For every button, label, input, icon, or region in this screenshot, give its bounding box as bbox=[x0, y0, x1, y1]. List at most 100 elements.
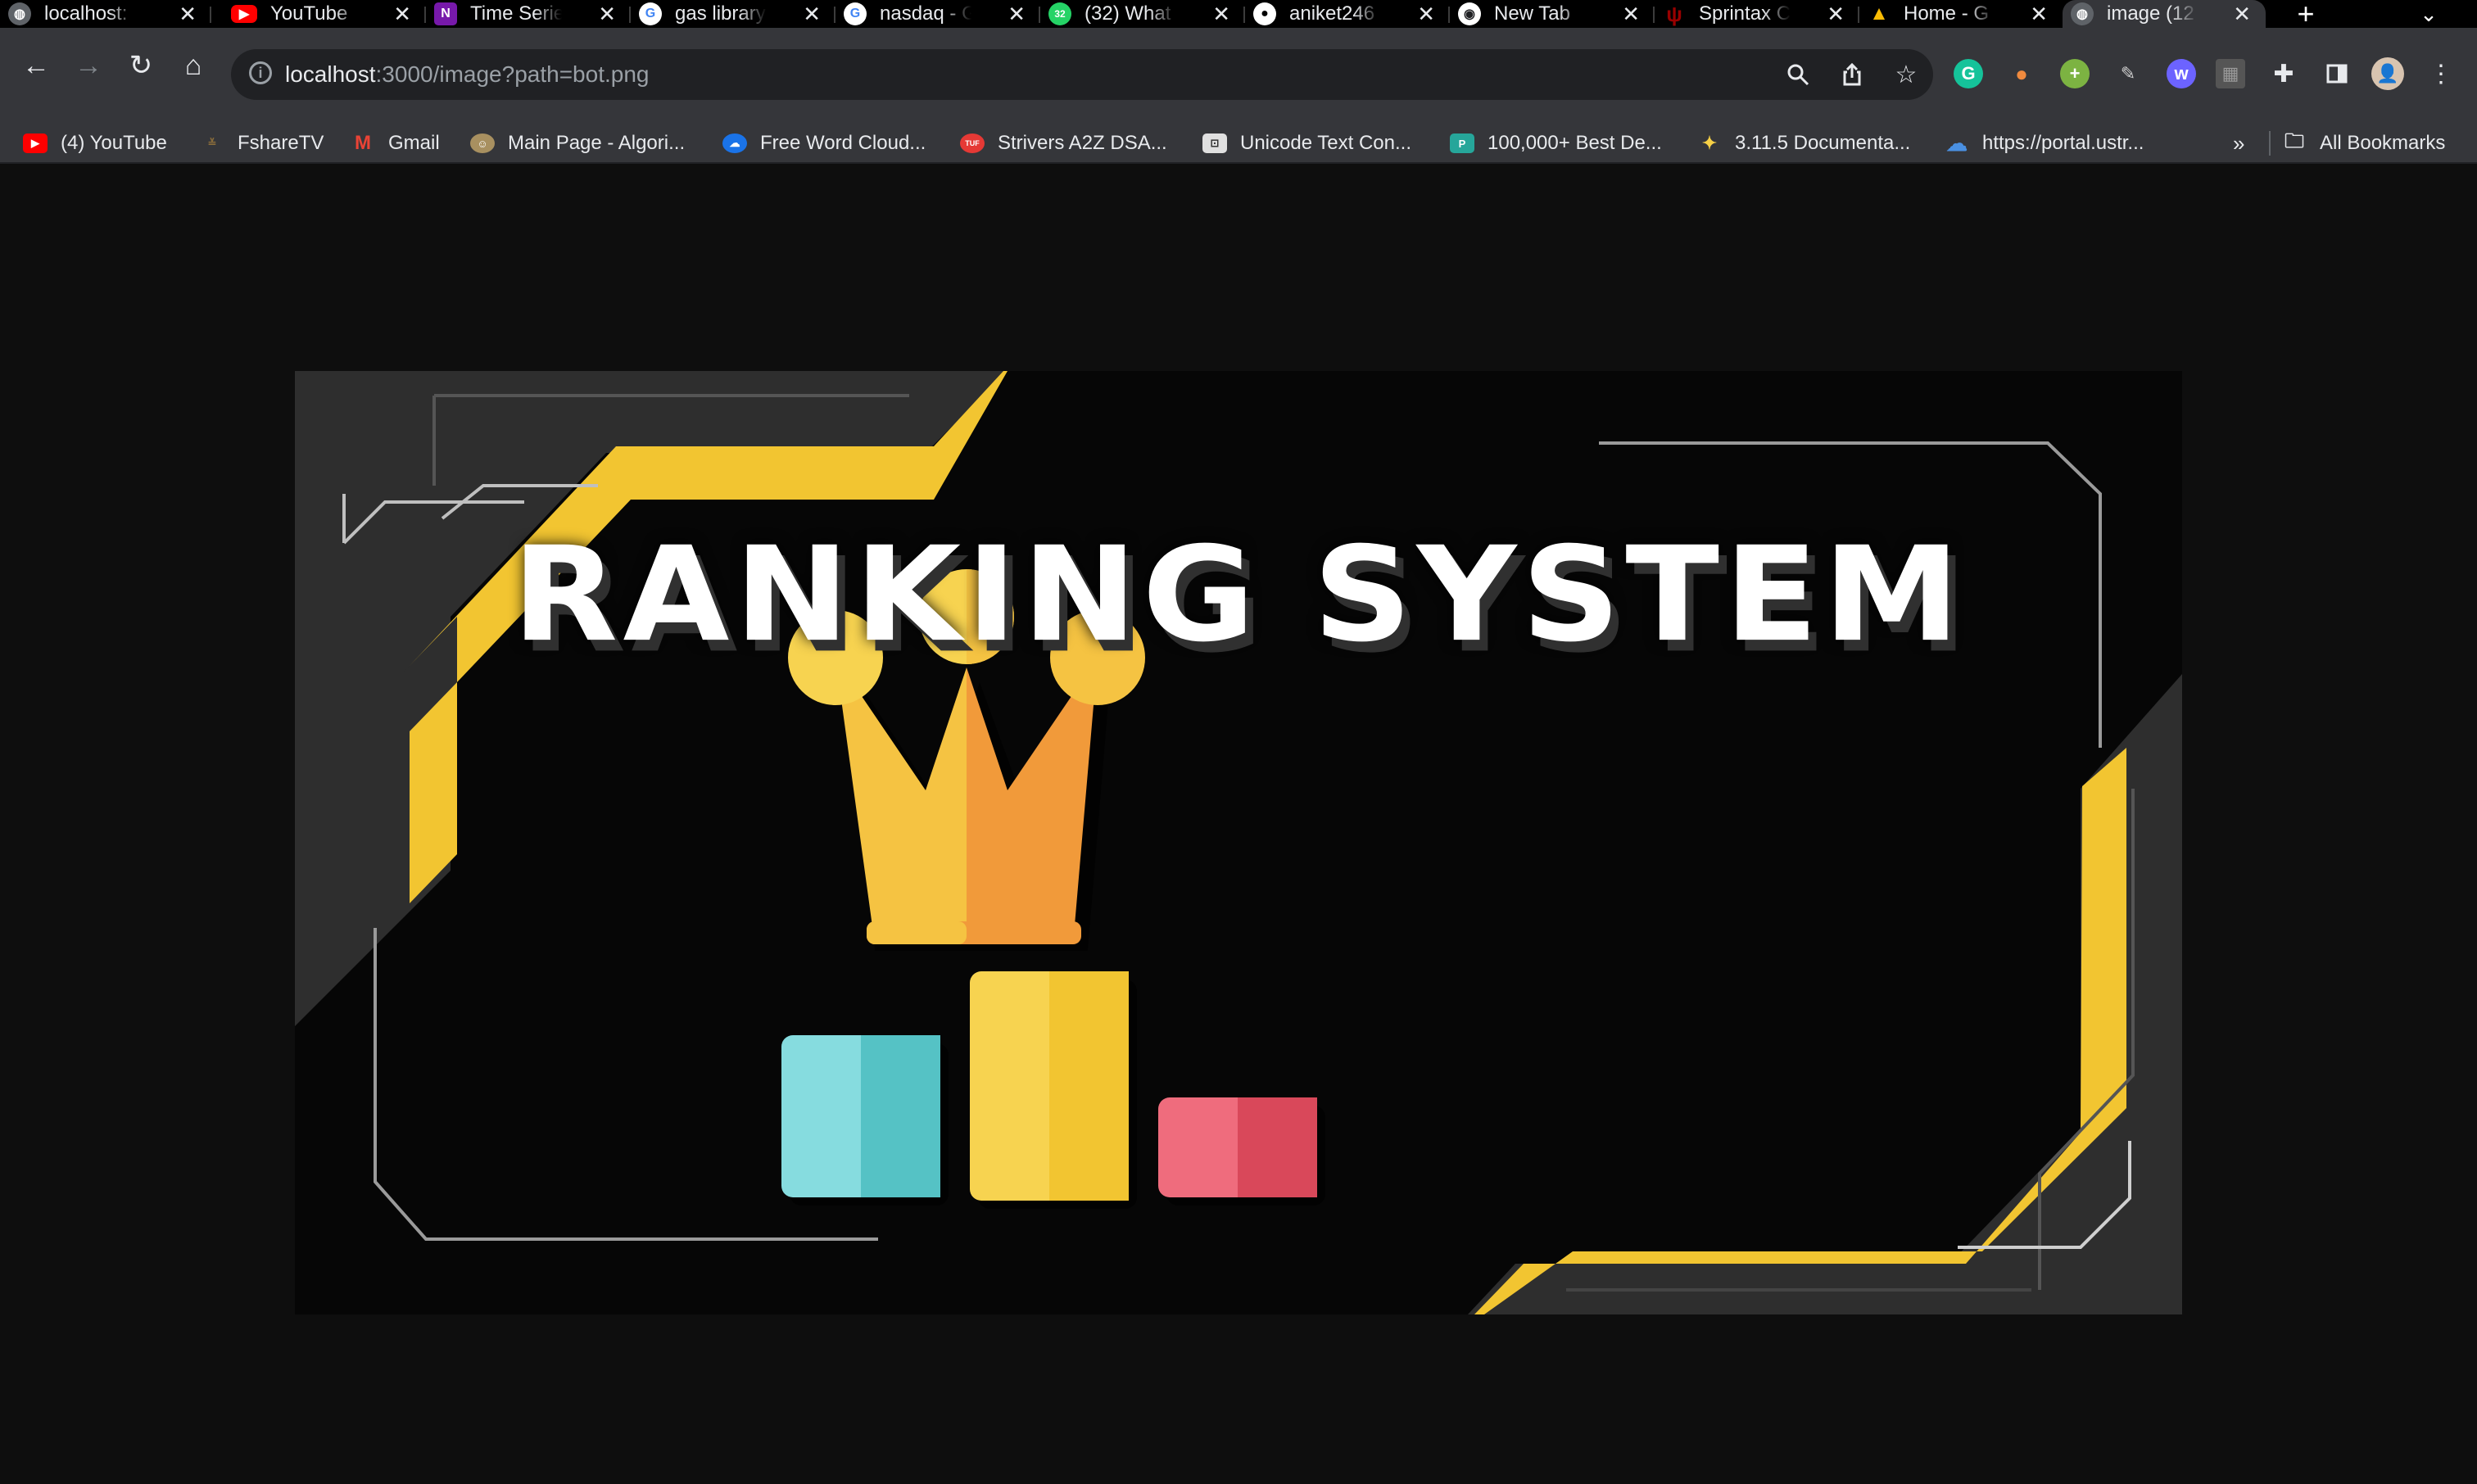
bookmark-item[interactable]: ☁ https://portal.ustr... bbox=[1945, 124, 2144, 162]
gmail-icon: M bbox=[355, 132, 371, 154]
globe-icon: ◍ bbox=[8, 2, 31, 25]
bookmark-label: https://portal.ustr... bbox=[1982, 132, 2144, 154]
forward-button[interactable]: → bbox=[69, 46, 108, 85]
tab-title: Home - G bbox=[1904, 2, 1990, 25]
chrome-menu-icon[interactable]: ⋮ bbox=[2426, 59, 2456, 88]
tab-strip: ◍ localhost: ✕ ▶ YouTube ✕ N Time Serie … bbox=[0, 0, 2477, 30]
browser-tab[interactable]: G nasdaq - G ✕ bbox=[835, 0, 1040, 28]
tab-title: image (12 bbox=[2107, 2, 2194, 25]
image-viewer: RANKING SYSTEM bbox=[0, 164, 2477, 1484]
close-icon[interactable]: ✕ bbox=[803, 2, 821, 27]
tab-title: Sprintax C bbox=[1699, 2, 1791, 25]
tab-title: (32) What bbox=[1085, 2, 1171, 25]
bookmark-item[interactable]: ☁ Free Word Cloud... bbox=[722, 124, 926, 162]
bookmark-item[interactable]: ✦ 3.11.5 Documenta... bbox=[1697, 124, 1911, 162]
cloud-icon: ☁ bbox=[1946, 130, 1968, 156]
close-icon[interactable]: ✕ bbox=[598, 2, 616, 27]
tab-title: YouTube bbox=[270, 2, 348, 25]
browser-tab[interactable]: G gas library ✕ bbox=[631, 0, 835, 28]
back-button[interactable]: ← bbox=[16, 46, 56, 85]
browser-tab[interactable]: N Time Serie ✕ bbox=[426, 0, 631, 28]
eyedropper-icon[interactable]: ✎ bbox=[2113, 59, 2143, 88]
close-icon[interactable]: ✕ bbox=[1622, 2, 1640, 27]
reload-button[interactable]: ↻ bbox=[121, 46, 161, 85]
folder-icon: 🗀 bbox=[2285, 129, 2304, 152]
tab-title: localhost: bbox=[44, 2, 128, 25]
browser-tab[interactable]: ◉ New Tab ✕ bbox=[1450, 0, 1655, 28]
add-extension-icon[interactable]: + bbox=[2060, 59, 2090, 88]
frame-panel-bottom-right bbox=[1468, 674, 2182, 1314]
close-icon[interactable]: ✕ bbox=[1827, 2, 1845, 27]
grammarly-icon[interactable]: G bbox=[1954, 59, 1983, 88]
youtube-icon: ▶ bbox=[231, 5, 257, 23]
onenote-icon: N bbox=[434, 2, 457, 25]
extension-w-icon[interactable]: w bbox=[2167, 59, 2196, 88]
tab-title: Time Serie bbox=[470, 2, 562, 25]
close-icon[interactable]: ✕ bbox=[393, 2, 411, 27]
bookmark-label: 3.11.5 Documenta... bbox=[1735, 132, 1911, 154]
drive-icon: ▲ bbox=[1869, 2, 1889, 25]
browser-tab[interactable]: ▶ YouTube ✕ bbox=[223, 0, 426, 28]
bookmark-label: 100,000+ Best De... bbox=[1488, 132, 1662, 154]
tab-separator bbox=[210, 7, 211, 23]
profile-avatar[interactable]: 👤 bbox=[2371, 57, 2404, 90]
bookmarks-bar: ▶ (4) YouTube ≚ FshareTV M Gmail ☺ Main Page… bbox=[0, 124, 2477, 164]
design-icon: P bbox=[1450, 133, 1474, 153]
browser-tab[interactable]: ◍ localhost: ✕ bbox=[0, 0, 211, 28]
tuf-icon: TUF bbox=[960, 133, 985, 153]
browser-tab[interactable]: ● aniket246 ✕ bbox=[1245, 0, 1450, 28]
tab-title: New Tab bbox=[1494, 2, 1570, 25]
extension-icon[interactable]: ● bbox=[2007, 59, 2036, 88]
bookmark-item[interactable]: ≚ FshareTV bbox=[200, 124, 324, 162]
address-bar[interactable]: i localhost:3000/image?path=bot.png ☆ bbox=[231, 49, 1933, 100]
iu-icon: ψ bbox=[1666, 1, 1682, 26]
browser-tab-active[interactable]: ◍ image (12 ✕ bbox=[2063, 0, 2266, 28]
new-tab-button[interactable]: + bbox=[2285, 0, 2326, 30]
globe-icon: ◍ bbox=[2071, 2, 2094, 25]
bookmark-label: Free Word Cloud... bbox=[760, 132, 926, 154]
bookmark-item[interactable]: ⊡ Unicode Text Con... bbox=[1202, 124, 1411, 162]
puzzle-icon[interactable]: ✚ bbox=[2269, 59, 2298, 88]
bookmark-label: Strivers A2Z DSA... bbox=[998, 132, 1167, 154]
bookmark-item[interactable]: P 100,000+ Best De... bbox=[1450, 124, 1662, 162]
site-info-icon[interactable]: i bbox=[249, 61, 272, 84]
crown-base-left bbox=[867, 921, 967, 944]
url-host: localhost bbox=[285, 61, 376, 87]
unicode-icon: ⊡ bbox=[1202, 133, 1227, 153]
bookmark-item[interactable]: M Gmail bbox=[351, 124, 440, 162]
bookmark-label: FshareTV bbox=[238, 132, 324, 154]
home-button[interactable]: ⌂ bbox=[174, 46, 213, 85]
close-icon[interactable]: ✕ bbox=[1212, 2, 1230, 27]
url-text[interactable]: localhost:3000/image?path=bot.png bbox=[285, 49, 649, 100]
ranking-system-artwork bbox=[295, 371, 2182, 1314]
tab-search-chevron-icon[interactable]: ⌄ bbox=[2408, 0, 2449, 28]
side-panel-icon[interactable] bbox=[2322, 59, 2352, 88]
zoom-icon[interactable] bbox=[1784, 61, 1812, 88]
bookmark-label: Main Page - Algori... bbox=[508, 132, 686, 154]
github-icon: ● bbox=[1253, 2, 1276, 25]
chrome-icon: ◉ bbox=[1458, 2, 1481, 25]
wordcloud-icon: ☁ bbox=[722, 133, 747, 153]
browser-tab[interactable]: ▲ Home - G ✕ bbox=[1859, 0, 2063, 28]
bookmark-label: Unicode Text Con... bbox=[1240, 132, 1412, 154]
python-icon: ✦ bbox=[1701, 133, 1718, 153]
bookmark-star-icon[interactable]: ☆ bbox=[1892, 61, 1920, 88]
share-icon[interactable] bbox=[1838, 61, 1866, 88]
extension-grey-icon[interactable]: ▦ bbox=[2216, 59, 2245, 88]
podium bbox=[781, 971, 1325, 1209]
browser-tab[interactable]: ψ Sprintax C ✕ bbox=[1655, 0, 1859, 28]
bookmark-item[interactable]: ▶ (4) YouTube bbox=[23, 124, 167, 162]
bookmark-item[interactable]: ☺ Main Page - Algori... bbox=[470, 124, 685, 162]
hero-title: RANKING SYSTEM bbox=[512, 518, 1965, 672]
browser-tab[interactable]: 32 (32) What ✕ bbox=[1040, 0, 1245, 28]
close-icon[interactable]: ✕ bbox=[2233, 2, 2251, 27]
bookmark-item[interactable]: TUF Strivers A2Z DSA... bbox=[960, 124, 1167, 162]
tab-title: nasdaq - G bbox=[880, 2, 971, 25]
close-icon[interactable]: ✕ bbox=[1417, 2, 1435, 27]
close-icon[interactable]: ✕ bbox=[179, 2, 197, 27]
close-icon[interactable]: ✕ bbox=[1008, 2, 1026, 27]
all-bookmarks-button[interactable]: 🗀 All Bookmarks bbox=[2282, 124, 2445, 162]
bookmark-label: Gmail bbox=[388, 132, 440, 154]
close-icon[interactable]: ✕ bbox=[2030, 2, 2048, 27]
bookmarks-overflow-button[interactable]: » bbox=[2233, 124, 2244, 162]
